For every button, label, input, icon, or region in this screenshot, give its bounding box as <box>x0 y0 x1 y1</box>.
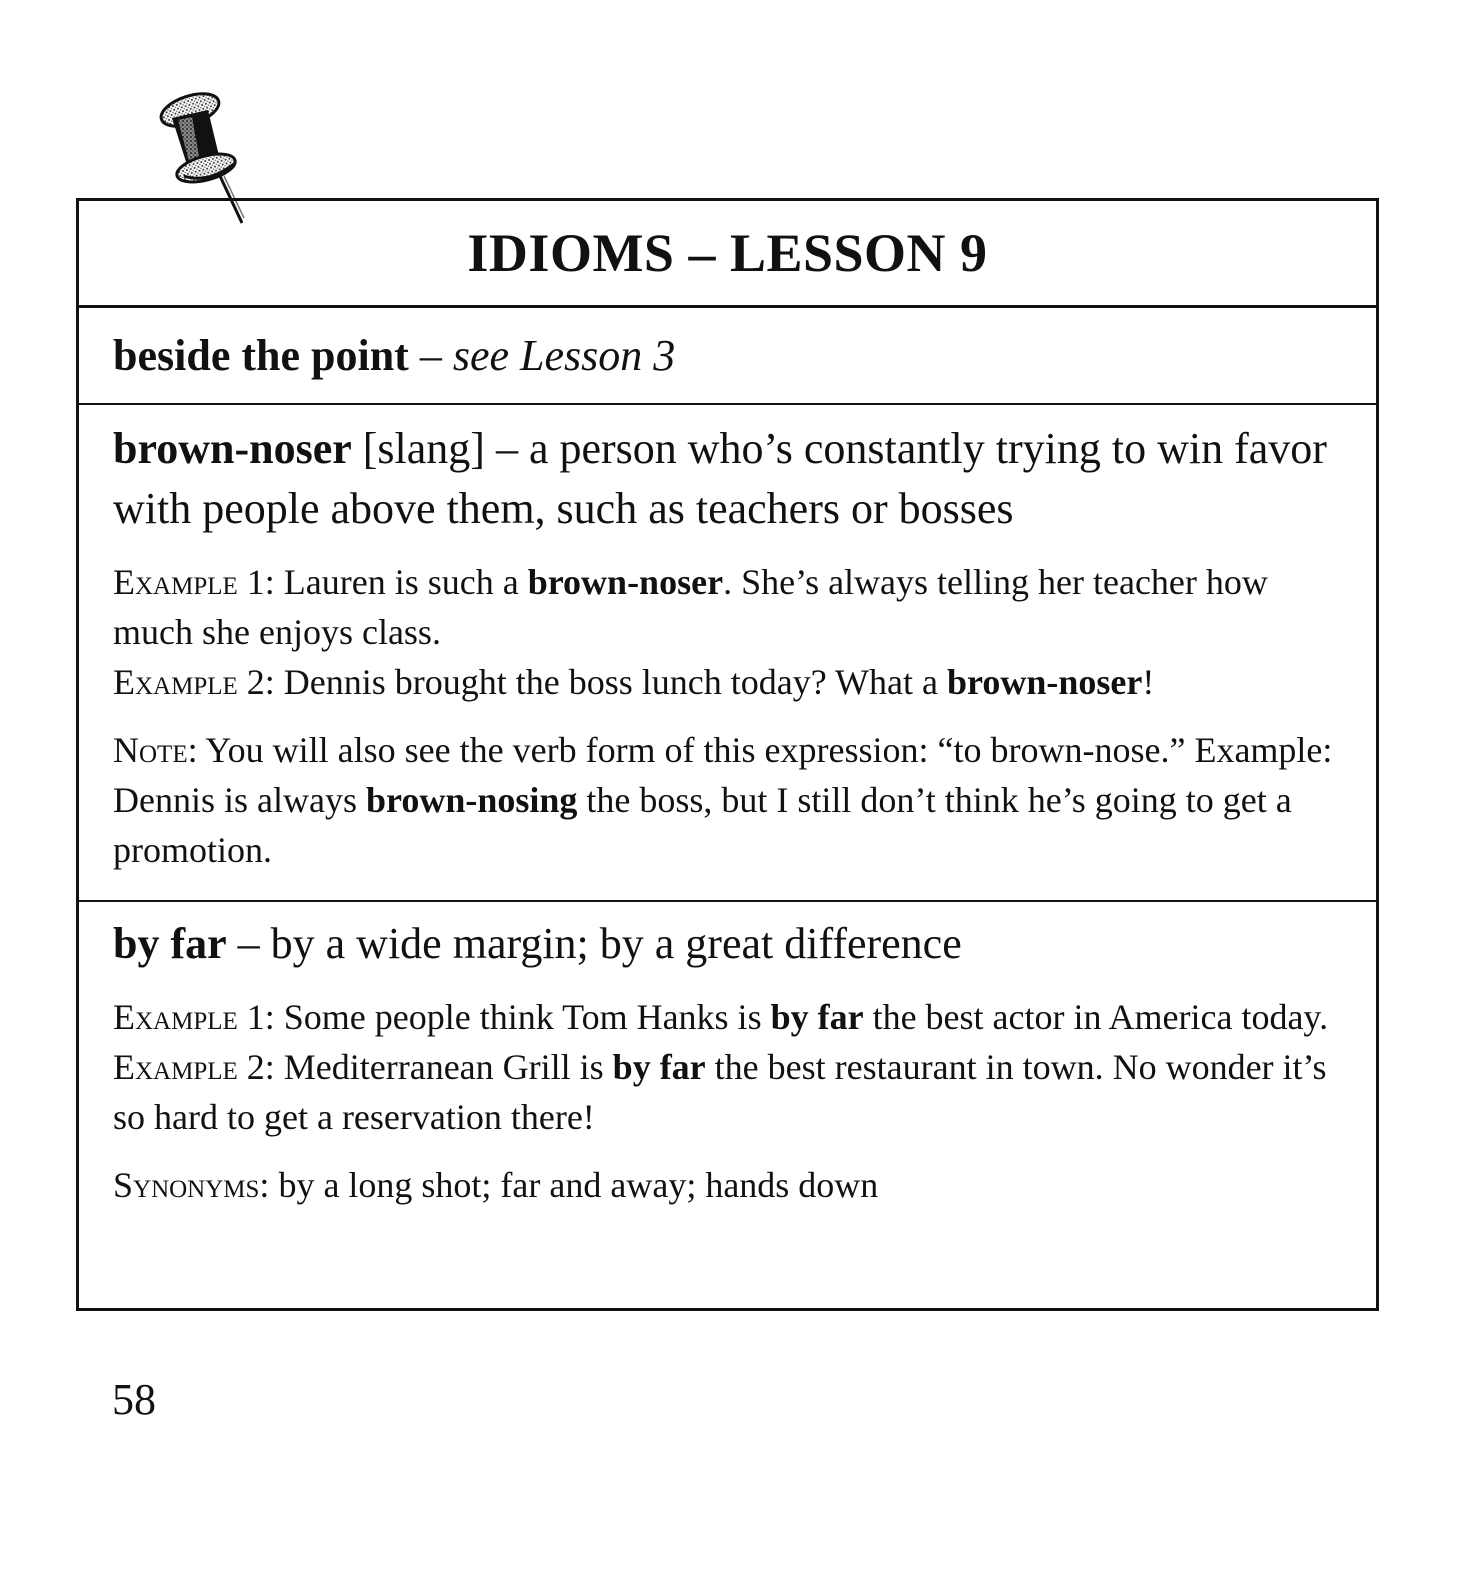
example-text: Lauren is such a <box>274 562 528 602</box>
example-idiom: brown-noser <box>527 562 724 602</box>
title-row: IDIOMS – LESSON 9 <box>79 201 1376 308</box>
example-1: Example 1: Lauren is such a brown-noser.… <box>113 557 1342 657</box>
example-2: Example 2: Dennis brought the boss lunch… <box>113 657 1342 707</box>
example-label: Example 2: <box>113 662 275 702</box>
note: Note: You will also see the verb form of… <box>113 725 1342 875</box>
idiom-term: brown-noser <box>113 424 352 473</box>
synonyms-text: by a long shot; far and away; hands down <box>269 1165 879 1205</box>
lesson-title: IDIOMS – LESSON 9 <box>467 223 988 283</box>
entry-heading: beside the point – see Lesson 3 <box>113 326 675 386</box>
example-idiom: brown-noser <box>947 662 1143 702</box>
dash: – <box>408 330 453 380</box>
idiom-definition: – by a wide margin; by a great differenc… <box>226 919 962 968</box>
example-label: Example 2: <box>113 1047 275 1087</box>
cross-reference: see Lesson 3 <box>452 330 676 380</box>
example-text: the best actor in America today. <box>863 997 1329 1037</box>
entry-heading: by far – by a wide margin; by a great di… <box>113 914 1342 974</box>
entry-by-far: by far – by a wide margin; by a great di… <box>79 902 1376 1210</box>
example-text: Dennis brought the boss lunch today? Wha… <box>274 662 947 702</box>
synonyms: Synonyms: by a long shot; far and away; … <box>113 1160 1342 1210</box>
idiom-card: IDIOMS – LESSON 9 beside the point – see… <box>76 198 1379 1311</box>
example-1: Example 1: Some people think Tom Hanks i… <box>113 992 1342 1042</box>
example-label: Example 1: <box>113 562 275 602</box>
note-label: Note: <box>113 730 198 770</box>
entry-brown-noser: brown-noser [slang] – a person who’s con… <box>79 405 1376 902</box>
example-text: Some people think Tom Hanks is <box>274 997 771 1037</box>
example-idiom: by far <box>770 997 864 1037</box>
examples: Example 1: Some people think Tom Hanks i… <box>113 992 1342 1142</box>
entry-heading: brown-noser [slang] – a person who’s con… <box>113 419 1342 539</box>
examples: Example 1: Lauren is such a brown-noser.… <box>113 557 1342 707</box>
page-number: 58 <box>112 1375 156 1424</box>
example-label: Example 1: <box>113 997 275 1037</box>
example-idiom: by far <box>612 1047 706 1087</box>
example-text: ! <box>1142 662 1155 702</box>
idiom-term: beside the point <box>113 330 409 380</box>
example-2: Example 2: Mediterranean Grill is by far… <box>113 1042 1342 1142</box>
idiom-term: by far <box>113 919 227 968</box>
note-idiom: brown-nosing <box>365 780 578 820</box>
synonyms-label: Synonyms: <box>113 1165 270 1205</box>
entry-beside-the-point: beside the point – see Lesson 3 <box>79 308 1376 405</box>
example-text: Mediterranean Grill is <box>274 1047 613 1087</box>
